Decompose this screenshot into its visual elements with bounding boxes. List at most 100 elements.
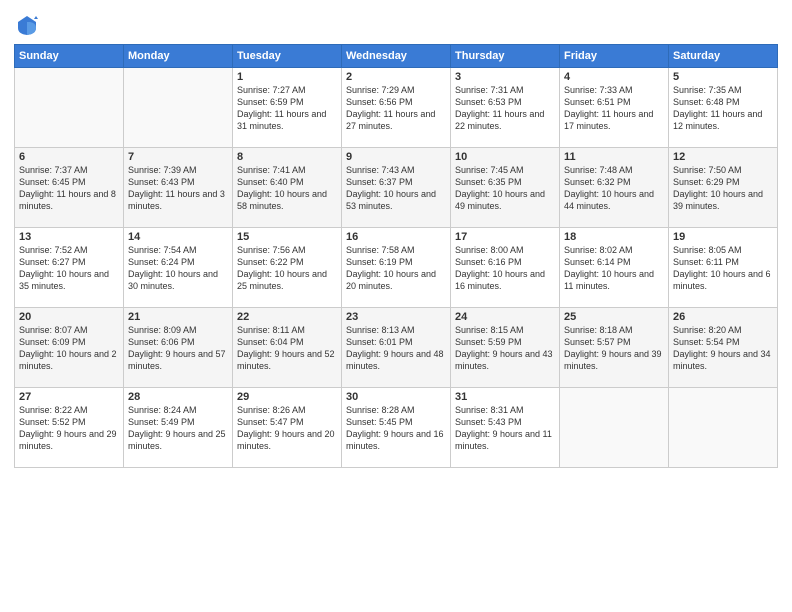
day-cell: 21Sunrise: 8:09 AMSunset: 6:06 PMDayligh… — [124, 308, 233, 388]
day-cell: 15Sunrise: 7:56 AMSunset: 6:22 PMDayligh… — [233, 228, 342, 308]
day-number: 31 — [455, 391, 555, 403]
day-cell: 2Sunrise: 7:29 AMSunset: 6:56 PMDaylight… — [342, 68, 451, 148]
day-info: Sunrise: 7:48 AMSunset: 6:32 PMDaylight:… — [564, 164, 664, 213]
day-header-monday: Monday — [124, 45, 233, 68]
calendar-table: SundayMondayTuesdayWednesdayThursdayFrid… — [14, 44, 778, 468]
day-info: Sunrise: 8:11 AMSunset: 6:04 PMDaylight:… — [237, 324, 337, 373]
day-cell: 5Sunrise: 7:35 AMSunset: 6:48 PMDaylight… — [669, 68, 778, 148]
day-cell: 20Sunrise: 8:07 AMSunset: 6:09 PMDayligh… — [15, 308, 124, 388]
day-info: Sunrise: 8:18 AMSunset: 5:57 PMDaylight:… — [564, 324, 664, 373]
header — [14, 10, 778, 36]
day-cell: 18Sunrise: 8:02 AMSunset: 6:14 PMDayligh… — [560, 228, 669, 308]
day-number: 10 — [455, 151, 555, 163]
day-number: 24 — [455, 311, 555, 323]
day-cell: 11Sunrise: 7:48 AMSunset: 6:32 PMDayligh… — [560, 148, 669, 228]
day-cell: 16Sunrise: 7:58 AMSunset: 6:19 PMDayligh… — [342, 228, 451, 308]
day-cell: 24Sunrise: 8:15 AMSunset: 5:59 PMDayligh… — [451, 308, 560, 388]
day-cell: 4Sunrise: 7:33 AMSunset: 6:51 PMDaylight… — [560, 68, 669, 148]
day-cell — [124, 68, 233, 148]
day-header-thursday: Thursday — [451, 45, 560, 68]
day-cell: 7Sunrise: 7:39 AMSunset: 6:43 PMDaylight… — [124, 148, 233, 228]
day-info: Sunrise: 7:58 AMSunset: 6:19 PMDaylight:… — [346, 244, 446, 293]
day-cell: 14Sunrise: 7:54 AMSunset: 6:24 PMDayligh… — [124, 228, 233, 308]
day-cell: 8Sunrise: 7:41 AMSunset: 6:40 PMDaylight… — [233, 148, 342, 228]
day-cell: 28Sunrise: 8:24 AMSunset: 5:49 PMDayligh… — [124, 388, 233, 468]
day-cell: 31Sunrise: 8:31 AMSunset: 5:43 PMDayligh… — [451, 388, 560, 468]
day-cell: 9Sunrise: 7:43 AMSunset: 6:37 PMDaylight… — [342, 148, 451, 228]
day-info: Sunrise: 8:20 AMSunset: 5:54 PMDaylight:… — [673, 324, 773, 373]
day-cell: 19Sunrise: 8:05 AMSunset: 6:11 PMDayligh… — [669, 228, 778, 308]
day-info: Sunrise: 8:00 AMSunset: 6:16 PMDaylight:… — [455, 244, 555, 293]
day-number: 12 — [673, 151, 773, 163]
day-header-sunday: Sunday — [15, 45, 124, 68]
day-info: Sunrise: 7:56 AMSunset: 6:22 PMDaylight:… — [237, 244, 337, 293]
day-cell — [15, 68, 124, 148]
day-cell: 6Sunrise: 7:37 AMSunset: 6:45 PMDaylight… — [15, 148, 124, 228]
day-number: 2 — [346, 71, 446, 83]
day-number: 28 — [128, 391, 228, 403]
day-number: 5 — [673, 71, 773, 83]
day-number: 26 — [673, 311, 773, 323]
day-cell — [560, 388, 669, 468]
day-info: Sunrise: 8:28 AMSunset: 5:45 PMDaylight:… — [346, 404, 446, 453]
day-info: Sunrise: 7:41 AMSunset: 6:40 PMDaylight:… — [237, 164, 337, 213]
day-cell: 25Sunrise: 8:18 AMSunset: 5:57 PMDayligh… — [560, 308, 669, 388]
calendar-container: SundayMondayTuesdayWednesdayThursdayFrid… — [0, 0, 792, 612]
day-number: 21 — [128, 311, 228, 323]
day-header-saturday: Saturday — [669, 45, 778, 68]
day-cell: 23Sunrise: 8:13 AMSunset: 6:01 PMDayligh… — [342, 308, 451, 388]
day-info: Sunrise: 8:13 AMSunset: 6:01 PMDaylight:… — [346, 324, 446, 373]
day-info: Sunrise: 8:15 AMSunset: 5:59 PMDaylight:… — [455, 324, 555, 373]
day-info: Sunrise: 7:39 AMSunset: 6:43 PMDaylight:… — [128, 164, 228, 213]
day-number: 9 — [346, 151, 446, 163]
day-number: 4 — [564, 71, 664, 83]
day-info: Sunrise: 7:50 AMSunset: 6:29 PMDaylight:… — [673, 164, 773, 213]
day-number: 15 — [237, 231, 337, 243]
day-info: Sunrise: 7:29 AMSunset: 6:56 PMDaylight:… — [346, 84, 446, 133]
day-info: Sunrise: 8:09 AMSunset: 6:06 PMDaylight:… — [128, 324, 228, 373]
day-cell: 3Sunrise: 7:31 AMSunset: 6:53 PMDaylight… — [451, 68, 560, 148]
day-info: Sunrise: 7:45 AMSunset: 6:35 PMDaylight:… — [455, 164, 555, 213]
day-number: 16 — [346, 231, 446, 243]
day-info: Sunrise: 7:54 AMSunset: 6:24 PMDaylight:… — [128, 244, 228, 293]
day-number: 14 — [128, 231, 228, 243]
week-row-2: 13Sunrise: 7:52 AMSunset: 6:27 PMDayligh… — [15, 228, 778, 308]
day-cell: 26Sunrise: 8:20 AMSunset: 5:54 PMDayligh… — [669, 308, 778, 388]
day-info: Sunrise: 8:05 AMSunset: 6:11 PMDaylight:… — [673, 244, 773, 293]
day-info: Sunrise: 8:22 AMSunset: 5:52 PMDaylight:… — [19, 404, 119, 453]
day-cell: 1Sunrise: 7:27 AMSunset: 6:59 PMDaylight… — [233, 68, 342, 148]
day-number: 8 — [237, 151, 337, 163]
week-row-4: 27Sunrise: 8:22 AMSunset: 5:52 PMDayligh… — [15, 388, 778, 468]
day-number: 30 — [346, 391, 446, 403]
day-cell: 13Sunrise: 7:52 AMSunset: 6:27 PMDayligh… — [15, 228, 124, 308]
day-cell: 10Sunrise: 7:45 AMSunset: 6:35 PMDayligh… — [451, 148, 560, 228]
day-number: 17 — [455, 231, 555, 243]
day-cell: 27Sunrise: 8:22 AMSunset: 5:52 PMDayligh… — [15, 388, 124, 468]
day-cell: 22Sunrise: 8:11 AMSunset: 6:04 PMDayligh… — [233, 308, 342, 388]
day-info: Sunrise: 8:26 AMSunset: 5:47 PMDaylight:… — [237, 404, 337, 453]
day-cell: 30Sunrise: 8:28 AMSunset: 5:45 PMDayligh… — [342, 388, 451, 468]
day-info: Sunrise: 8:07 AMSunset: 6:09 PMDaylight:… — [19, 324, 119, 373]
day-cell: 29Sunrise: 8:26 AMSunset: 5:47 PMDayligh… — [233, 388, 342, 468]
day-number: 1 — [237, 71, 337, 83]
logo-icon — [16, 14, 38, 36]
day-number: 18 — [564, 231, 664, 243]
week-row-3: 20Sunrise: 8:07 AMSunset: 6:09 PMDayligh… — [15, 308, 778, 388]
day-number: 13 — [19, 231, 119, 243]
day-number: 6 — [19, 151, 119, 163]
day-info: Sunrise: 7:37 AMSunset: 6:45 PMDaylight:… — [19, 164, 119, 213]
logo — [14, 14, 38, 36]
day-info: Sunrise: 7:31 AMSunset: 6:53 PMDaylight:… — [455, 84, 555, 133]
day-number: 25 — [564, 311, 664, 323]
day-info: Sunrise: 7:43 AMSunset: 6:37 PMDaylight:… — [346, 164, 446, 213]
day-cell — [669, 388, 778, 468]
day-info: Sunrise: 8:02 AMSunset: 6:14 PMDaylight:… — [564, 244, 664, 293]
day-cell: 12Sunrise: 7:50 AMSunset: 6:29 PMDayligh… — [669, 148, 778, 228]
day-number: 23 — [346, 311, 446, 323]
day-header-friday: Friday — [560, 45, 669, 68]
day-header-wednesday: Wednesday — [342, 45, 451, 68]
day-info: Sunrise: 7:27 AMSunset: 6:59 PMDaylight:… — [237, 84, 337, 133]
day-number: 7 — [128, 151, 228, 163]
day-number: 27 — [19, 391, 119, 403]
day-number: 3 — [455, 71, 555, 83]
